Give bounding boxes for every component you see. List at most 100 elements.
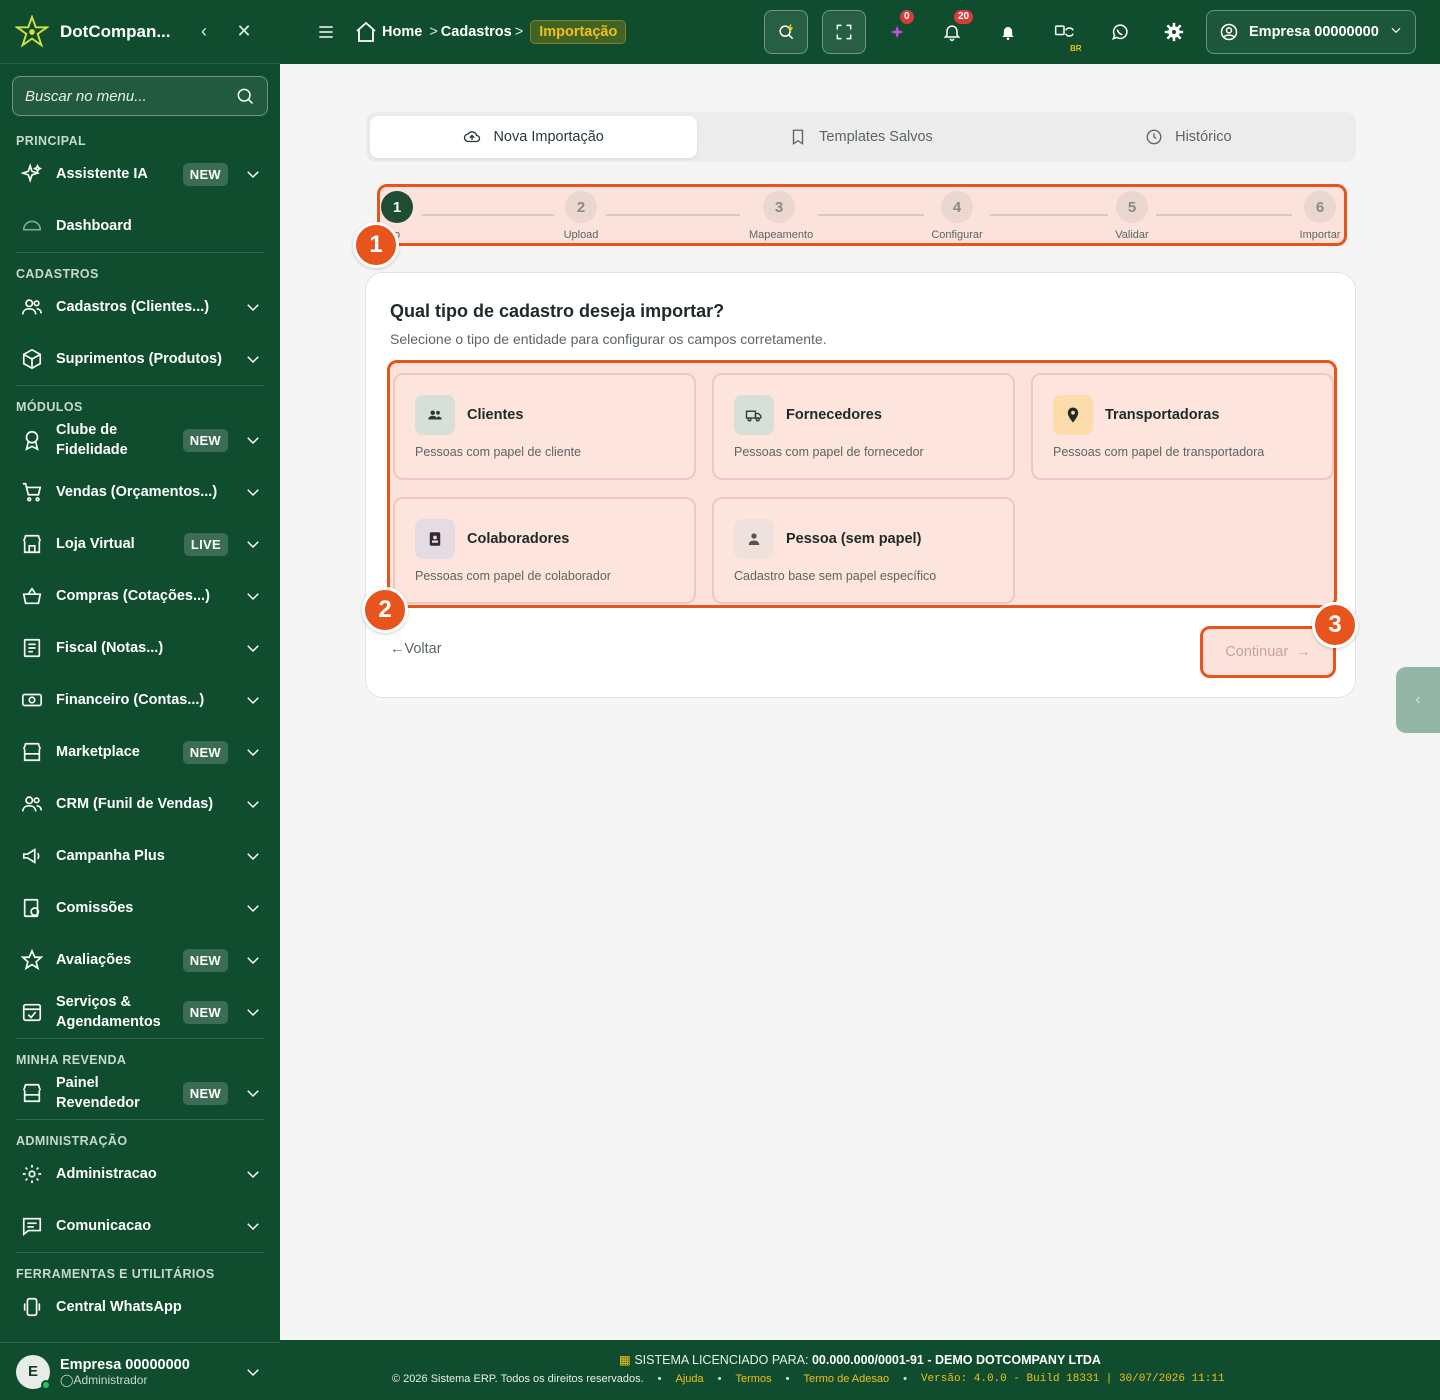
import-stepper: 1 o 2 Upload 3 Mapeamento 4 Configurar 5… xyxy=(377,184,1347,246)
option-transportadoras[interactable]: Transportadoras Pessoas com papel de tra… xyxy=(1031,373,1334,480)
version-info: Versão: 4.0.0 - Build 18331 | 30/07/2026… xyxy=(920,1373,1225,1385)
hamburger-menu-icon[interactable] xyxy=(316,22,336,42)
sidebar-item-comunicacao[interactable]: Comunicacao xyxy=(0,1200,280,1252)
option-clientes[interactable]: Clientes Pessoas com papel de cliente xyxy=(393,373,696,480)
back-button[interactable]: ← Voltar xyxy=(390,641,442,657)
breadcrumb-current: Importação xyxy=(530,20,627,44)
user-role: ◯Administrador xyxy=(60,1372,148,1387)
whatsapp-button[interactable] xyxy=(1098,10,1142,54)
chevron-down-icon[interactable] xyxy=(242,1082,264,1104)
settings-gear-button[interactable] xyxy=(1152,10,1196,54)
chevron-down-icon[interactable] xyxy=(242,585,264,607)
message-icon xyxy=(20,1214,44,1238)
sidebar-item-financeiro[interactable]: Financeiro (Contas...) xyxy=(0,674,280,726)
sidebar-item-suprimentos[interactable]: Suprimentos (Produtos) xyxy=(0,333,280,385)
sidebar-item-administracao[interactable]: Administracao xyxy=(0,1148,280,1200)
step-6[interactable]: 6 Importar xyxy=(1290,191,1350,241)
chevron-down-icon[interactable] xyxy=(242,1215,264,1237)
section-title-admin: ADMINISTRAÇÃO xyxy=(16,1134,128,1148)
chevron-down-icon[interactable] xyxy=(242,481,264,503)
adhesion-terms-link[interactable]: Termo de Adesao xyxy=(803,1373,889,1385)
sidebar-item-crm[interactable]: CRM (Funil de Vendas) xyxy=(0,778,280,830)
user-circle-icon xyxy=(1219,22,1239,42)
chevron-down-icon[interactable] xyxy=(242,296,264,318)
fullscreen-button[interactable] xyxy=(822,10,866,54)
divider xyxy=(16,252,264,253)
sidebar-item-avaliacoes[interactable]: Avaliações NEW xyxy=(0,934,280,986)
sidebar-item-servicos[interactable]: Serviços & Agendamentos NEW xyxy=(0,986,280,1038)
store-icon xyxy=(20,532,44,556)
sidebar-item-central-whatsapp[interactable]: Central WhatsApp xyxy=(0,1281,280,1333)
sidebar-item-vendas[interactable]: Vendas (Orçamentos...) xyxy=(0,466,280,518)
sidebar-item-comissoes[interactable]: Comissões xyxy=(0,882,280,934)
ai-sparkle-button[interactable]: 0 xyxy=(876,10,920,54)
sidebar-item-clube-fidelidade[interactable]: Clube de Fidelidade NEW xyxy=(0,414,280,466)
chevron-down-icon[interactable] xyxy=(242,741,264,763)
award-icon xyxy=(20,428,44,452)
chevron-down-icon[interactable] xyxy=(242,637,264,659)
chevron-down-icon[interactable] xyxy=(242,1163,264,1185)
sidebar-item-dashboard[interactable]: Dashboard xyxy=(0,200,280,252)
chevron-down-icon xyxy=(1389,23,1403,42)
receipt-icon xyxy=(20,636,44,660)
option-fornecedores[interactable]: Fornecedores Pessoas com papel de fornec… xyxy=(712,373,1015,480)
step-5[interactable]: 5 Validar xyxy=(1102,191,1162,241)
option-colaboradores[interactable]: Colaboradores Pessoas com papel de colab… xyxy=(393,497,696,604)
notifications-button[interactable]: 20 xyxy=(930,10,974,54)
step-3[interactable]: 3 Mapeamento xyxy=(749,191,813,241)
language-button[interactable]: BR xyxy=(1042,10,1086,54)
basket-icon xyxy=(20,584,44,608)
chevron-down-icon[interactable] xyxy=(242,429,264,451)
company-selector[interactable]: Empresa 00000000 xyxy=(1206,10,1416,54)
search-icon[interactable] xyxy=(235,86,255,106)
option-pessoa-sem-papel[interactable]: Pessoa (sem papel) Cadastro base sem pap… xyxy=(712,497,1015,604)
user-profile[interactable]: E Empresa 00000000 ◯Administrador xyxy=(0,1342,280,1400)
users-icon xyxy=(20,792,44,816)
chevron-down-icon[interactable] xyxy=(242,845,264,867)
chevron-down-icon[interactable] xyxy=(242,163,264,185)
step-2[interactable]: 2 Upload xyxy=(551,191,611,241)
sidebar-item-campanha[interactable]: Campanha Plus xyxy=(0,830,280,882)
phone-vibrate-icon xyxy=(20,1295,44,1319)
chevron-down-icon[interactable] xyxy=(242,348,264,370)
bookmark-icon xyxy=(792,129,804,146)
quick-search-button[interactable] xyxy=(764,10,808,54)
sidebar-item-marketplace[interactable]: Marketplace NEW xyxy=(0,726,280,778)
chevron-down-icon[interactable] xyxy=(242,1361,264,1383)
alerts-bell-button[interactable] xyxy=(986,10,1030,54)
copyright: © 2026 Sistema ERP. Todos os direitos re… xyxy=(392,1373,644,1385)
cloud-upload-icon xyxy=(464,131,481,143)
side-panel-toggle[interactable]: ‹ xyxy=(1396,667,1440,733)
close-icon[interactable]: ✕ xyxy=(232,21,256,42)
tab-nova-importacao[interactable]: Nova Importação xyxy=(370,116,698,158)
cart-icon xyxy=(20,480,44,504)
menu-search-input[interactable] xyxy=(25,87,235,105)
chevron-down-icon[interactable] xyxy=(242,1001,264,1023)
home-icon[interactable] xyxy=(354,20,378,44)
tab-historico[interactable]: Histórico xyxy=(1025,116,1352,158)
card-title: Qual tipo de cadastro deseja importar? xyxy=(390,301,725,321)
menu-search[interactable] xyxy=(12,76,268,116)
sidebar-item-loja-virtual[interactable]: Loja Virtual LIVE xyxy=(0,518,280,570)
sidebar-item-painel-revendedor[interactable]: Painel Revendedor NEW xyxy=(0,1067,280,1119)
breadcrumb-cadastros[interactable]: Cadastros xyxy=(441,24,512,40)
step-4[interactable]: 4 Configurar xyxy=(927,191,987,241)
chevron-down-icon[interactable] xyxy=(242,897,264,919)
chevron-down-icon[interactable] xyxy=(242,793,264,815)
sidebar-item-assistente-ia[interactable]: Assistente IA NEW xyxy=(0,148,280,200)
brand-name: DotCompan... xyxy=(60,21,171,41)
collapse-sidebar-icon[interactable]: ‹ xyxy=(192,21,216,42)
terms-link[interactable]: Termos xyxy=(736,1373,772,1385)
sidebar-item-compras[interactable]: Compras (Cotações...) xyxy=(0,570,280,622)
chevron-down-icon[interactable] xyxy=(242,949,264,971)
footer-links: © 2026 Sistema ERP. Todos os direitos re… xyxy=(392,1373,1225,1385)
help-link[interactable]: Ajuda xyxy=(676,1373,704,1385)
sidebar-item-fiscal[interactable]: Fiscal (Notas...) xyxy=(0,622,280,674)
breadcrumb-home[interactable]: Home xyxy=(382,24,422,40)
chevron-down-icon[interactable] xyxy=(242,533,264,555)
users-icon xyxy=(20,295,44,319)
sidebar-item-cadastros[interactable]: Cadastros (Clientes...) xyxy=(0,281,280,333)
step-connector xyxy=(606,214,740,216)
tab-templates-salvos[interactable]: Templates Salvos xyxy=(697,116,1024,158)
chevron-down-icon[interactable] xyxy=(242,689,264,711)
